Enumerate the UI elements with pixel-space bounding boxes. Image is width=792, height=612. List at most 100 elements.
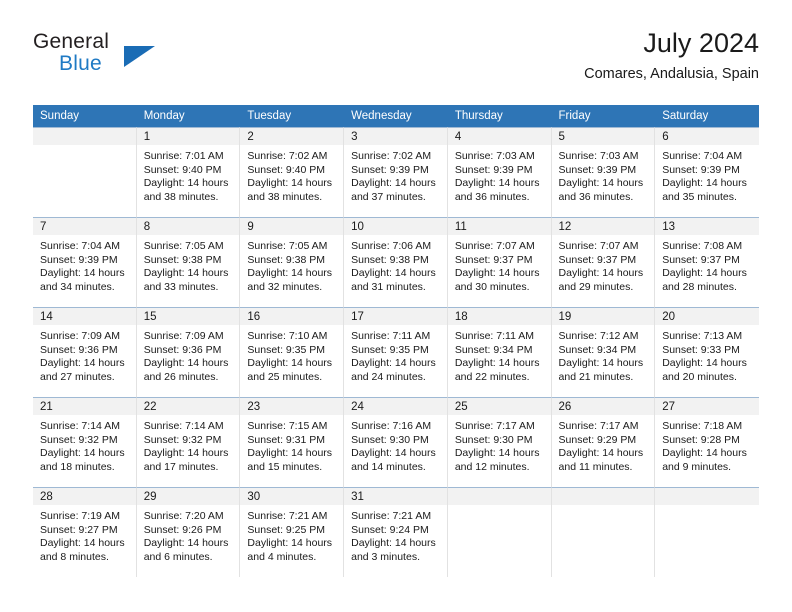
day-cell[interactable]: 21 Sunrise: 7:14 AM Sunset: 9:32 PM Dayligh… xyxy=(33,397,137,487)
day-details: Sunrise: 7:03 AM Sunset: 9:39 PM Daylight:… xyxy=(448,145,551,204)
day-cell-empty xyxy=(655,487,759,577)
daylight-text-line2: and 4 minutes. xyxy=(247,550,317,563)
sunrise-text: Sunrise: 7:11 AM xyxy=(454,330,534,342)
weekday-header-sunday: Sunday xyxy=(33,105,137,127)
day-cell[interactable]: 24 Sunrise: 7:16 AM Sunset: 9:30 PM Dayligh… xyxy=(344,397,448,487)
sunset-text: Sunset: 9:27 PM xyxy=(40,523,118,536)
daylight-text-line1: Daylight: 14 hours xyxy=(662,447,747,460)
daylight-text-line1: Daylight: 14 hours xyxy=(662,177,747,190)
sunrise-text: Sunrise: 7:03 AM xyxy=(558,150,639,162)
day-cell[interactable]: 11 Sunrise: 7:07 AM Sunset: 9:37 PM Dayligh… xyxy=(447,217,552,307)
sunset-text: Sunset: 9:29 PM xyxy=(558,433,637,446)
day-details: Sunrise: 7:07 AM Sunset: 9:37 PM Daylight:… xyxy=(552,235,655,294)
day-cell[interactable]: 8 Sunrise: 7:05 AM Sunset: 9:38 PM Daylight… xyxy=(136,217,241,307)
day-details: Sunrise: 7:04 AM Sunset: 9:39 PM Daylight:… xyxy=(33,235,136,294)
daylight-text-line1: Daylight: 14 hours xyxy=(454,447,540,460)
day-cell[interactable]: 22 Sunrise: 7:14 AM Sunset: 9:32 PM Dayligh… xyxy=(136,397,241,487)
day-cell[interactable]: 7 Sunrise: 7:04 AM Sunset: 9:39 PM Daylight… xyxy=(33,217,137,307)
day-cell[interactable]: 23 Sunrise: 7:15 AM Sunset: 9:31 PM Dayligh… xyxy=(240,397,345,487)
daylight-text-line1: Daylight: 14 hours xyxy=(558,177,644,190)
day-cell[interactable]: 15 Sunrise: 7:09 AM Sunset: 9:36 PM Dayligh… xyxy=(136,307,241,397)
day-details: Sunrise: 7:17 AM Sunset: 9:29 PM Daylight:… xyxy=(552,415,655,474)
daylight-text-line2: and 37 minutes. xyxy=(351,190,426,203)
sunrise-text: Sunrise: 7:10 AM xyxy=(247,330,328,342)
logo-triangle-icon xyxy=(124,46,155,67)
sunset-text: Sunset: 9:37 PM xyxy=(558,253,637,266)
day-cell[interactable]: 25 Sunrise: 7:17 AM Sunset: 9:30 PM Dayligh… xyxy=(447,397,552,487)
day-number: 11 xyxy=(447,218,551,235)
logo-text-general: General xyxy=(33,30,110,53)
day-details: Sunrise: 7:07 AM Sunset: 9:37 PM Daylight:… xyxy=(448,235,551,294)
daylight-text-line2: and 24 minutes. xyxy=(351,370,426,383)
day-cell[interactable]: 16 Sunrise: 7:10 AM Sunset: 9:35 PM Dayligh… xyxy=(240,307,345,397)
sunrise-text: Sunrise: 7:21 AM xyxy=(351,510,432,522)
day-cell[interactable]: 3 Sunrise: 7:02 AM Sunset: 9:39 PM Daylight… xyxy=(344,127,448,217)
day-details: Sunrise: 7:08 AM Sunset: 9:37 PM Daylight:… xyxy=(655,235,759,294)
daylight-text-line2: and 9 minutes. xyxy=(662,460,732,473)
day-number: 23 xyxy=(240,398,344,415)
day-cell[interactable]: 14 Sunrise: 7:09 AM Sunset: 9:36 PM Dayligh… xyxy=(33,307,137,397)
day-cell[interactable]: 30 Sunrise: 7:21 AM Sunset: 9:25 PM Dayligh… xyxy=(240,487,345,577)
logo-text-blue: Blue xyxy=(59,52,102,75)
day-number: 28 xyxy=(33,488,136,505)
sunset-text: Sunset: 9:25 PM xyxy=(247,523,326,536)
day-cell[interactable]: 20 Sunrise: 7:13 AM Sunset: 9:33 PM Dayligh… xyxy=(655,307,759,397)
day-details: Sunrise: 7:03 AM Sunset: 9:39 PM Daylight:… xyxy=(552,145,655,204)
day-cell[interactable]: 12 Sunrise: 7:07 AM Sunset: 9:37 PM Dayligh… xyxy=(551,217,656,307)
day-cell[interactable]: 19 Sunrise: 7:12 AM Sunset: 9:34 PM Dayligh… xyxy=(551,307,656,397)
day-cell[interactable]: 29 Sunrise: 7:20 AM Sunset: 9:26 PM Dayligh… xyxy=(136,487,241,577)
daylight-text-line1: Daylight: 14 hours xyxy=(662,267,747,280)
day-details: Sunrise: 7:20 AM Sunset: 9:26 PM Daylight:… xyxy=(137,505,240,564)
day-details: Sunrise: 7:12 AM Sunset: 9:34 PM Daylight:… xyxy=(552,325,655,384)
day-number: 30 xyxy=(240,488,344,505)
sunset-text: Sunset: 9:37 PM xyxy=(454,253,533,266)
sunset-text: Sunset: 9:38 PM xyxy=(351,253,429,266)
day-number: 4 xyxy=(447,128,551,145)
daylight-text-line1: Daylight: 14 hours xyxy=(247,357,333,370)
day-details: Sunrise: 7:06 AM Sunset: 9:38 PM Daylight:… xyxy=(344,235,447,294)
day-cell[interactable]: 5 Sunrise: 7:03 AM Sunset: 9:39 PM Daylight… xyxy=(551,127,656,217)
day-details: Sunrise: 7:13 AM Sunset: 9:33 PM Daylight:… xyxy=(655,325,759,384)
sunset-text: Sunset: 9:39 PM xyxy=(558,163,637,176)
sunrise-text: Sunrise: 7:01 AM xyxy=(143,150,224,162)
generalblue-logo[interactable]: General Blue xyxy=(33,30,233,86)
sunset-text: Sunset: 9:39 PM xyxy=(454,163,533,176)
sunset-text: Sunset: 9:24 PM xyxy=(351,523,429,536)
day-number: 13 xyxy=(655,218,759,235)
day-cell[interactable]: 1 Sunrise: 7:01 AM Sunset: 9:40 PM Daylight… xyxy=(136,127,241,217)
day-cell[interactable]: 13 Sunrise: 7:08 AM Sunset: 9:37 PM Dayligh… xyxy=(655,217,759,307)
title-block: July 2024 Comares, Andalusia, Spain xyxy=(584,28,759,83)
day-cell[interactable]: 17 Sunrise: 7:11 AM Sunset: 9:35 PM Dayligh… xyxy=(344,307,448,397)
weekday-header-wednesday: Wednesday xyxy=(344,105,448,127)
day-cell[interactable]: 10 Sunrise: 7:06 AM Sunset: 9:38 PM Dayligh… xyxy=(344,217,448,307)
daylight-text-line1: Daylight: 14 hours xyxy=(351,177,436,190)
daylight-text-line1: Daylight: 14 hours xyxy=(454,357,540,370)
daylight-text-line1: Daylight: 14 hours xyxy=(351,537,436,550)
day-number: 21 xyxy=(33,398,136,415)
sunrise-text: Sunrise: 7:19 AM xyxy=(40,510,120,522)
day-cell[interactable]: 9 Sunrise: 7:05 AM Sunset: 9:38 PM Daylight… xyxy=(240,217,345,307)
calendar-week-row: 28 Sunrise: 7:19 AM Sunset: 9:27 PM Dayligh… xyxy=(33,487,759,577)
sunset-text: Sunset: 9:38 PM xyxy=(247,253,326,266)
daylight-text-line1: Daylight: 14 hours xyxy=(40,357,125,370)
day-cell[interactable]: 28 Sunrise: 7:19 AM Sunset: 9:27 PM Dayligh… xyxy=(33,487,137,577)
day-cell[interactable]: 27 Sunrise: 7:18 AM Sunset: 9:28 PM Dayligh… xyxy=(655,397,759,487)
sunrise-text: Sunrise: 7:09 AM xyxy=(40,330,120,342)
day-cell[interactable]: 4 Sunrise: 7:03 AM Sunset: 9:39 PM Daylight… xyxy=(447,127,552,217)
day-number xyxy=(447,488,551,505)
day-details: Sunrise: 7:14 AM Sunset: 9:32 PM Daylight:… xyxy=(33,415,136,474)
day-cell[interactable]: 26 Sunrise: 7:17 AM Sunset: 9:29 PM Dayligh… xyxy=(551,397,656,487)
day-number: 16 xyxy=(240,308,344,325)
day-cell[interactable]: 6 Sunrise: 7:04 AM Sunset: 9:39 PM Daylight… xyxy=(655,127,759,217)
day-cell[interactable]: 2 Sunrise: 7:02 AM Sunset: 9:40 PM Daylight… xyxy=(240,127,345,217)
sunrise-text: Sunrise: 7:04 AM xyxy=(40,240,120,252)
daylight-text-line2: and 8 minutes. xyxy=(40,550,109,563)
daylight-text-line1: Daylight: 14 hours xyxy=(40,537,125,550)
sunrise-text: Sunrise: 7:20 AM xyxy=(143,510,224,522)
day-cell[interactable]: 18 Sunrise: 7:11 AM Sunset: 9:34 PM Dayligh… xyxy=(447,307,552,397)
daylight-text-line2: and 33 minutes. xyxy=(143,280,219,293)
sunset-text: Sunset: 9:38 PM xyxy=(143,253,222,266)
day-cell[interactable]: 31 Sunrise: 7:21 AM Sunset: 9:24 PM Dayligh… xyxy=(344,487,448,577)
day-number: 19 xyxy=(551,308,655,325)
day-number: 15 xyxy=(136,308,240,325)
